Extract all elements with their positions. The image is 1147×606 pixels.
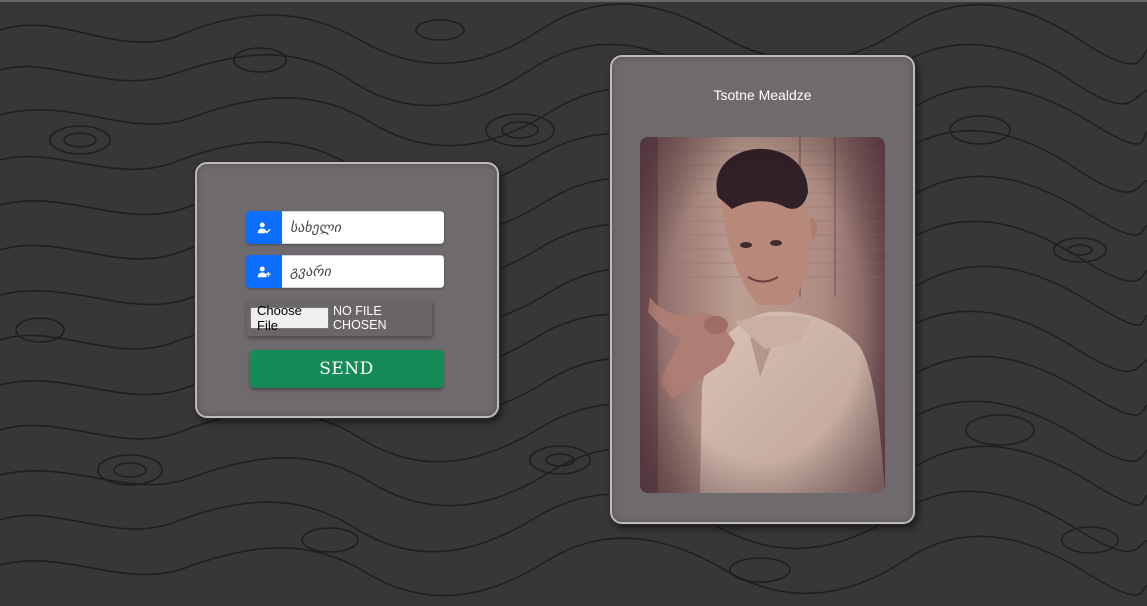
upload-form-card: Choose File NO FILE CHOSEN SEND (195, 162, 499, 418)
person-plus-icon (246, 255, 282, 288)
first-name-input[interactable] (282, 211, 444, 244)
last-name-input[interactable] (282, 255, 444, 288)
file-status-text: NO FILE CHOSEN (333, 304, 387, 332)
top-border-line (0, 0, 1147, 2)
profile-name: Tsotne Mealdze (713, 87, 812, 103)
last-name-group (246, 255, 444, 288)
file-upload-field: Choose File NO FILE CHOSEN (246, 300, 432, 336)
send-button[interactable]: SEND (250, 350, 443, 388)
choose-file-button[interactable]: Choose File (250, 303, 330, 333)
person-check-icon (246, 211, 282, 244)
first-name-group (246, 211, 444, 244)
profile-card: Tsotne Mealdze (610, 55, 915, 524)
topographic-background-pattern (0, 0, 1147, 606)
portrait-photo (640, 137, 885, 493)
